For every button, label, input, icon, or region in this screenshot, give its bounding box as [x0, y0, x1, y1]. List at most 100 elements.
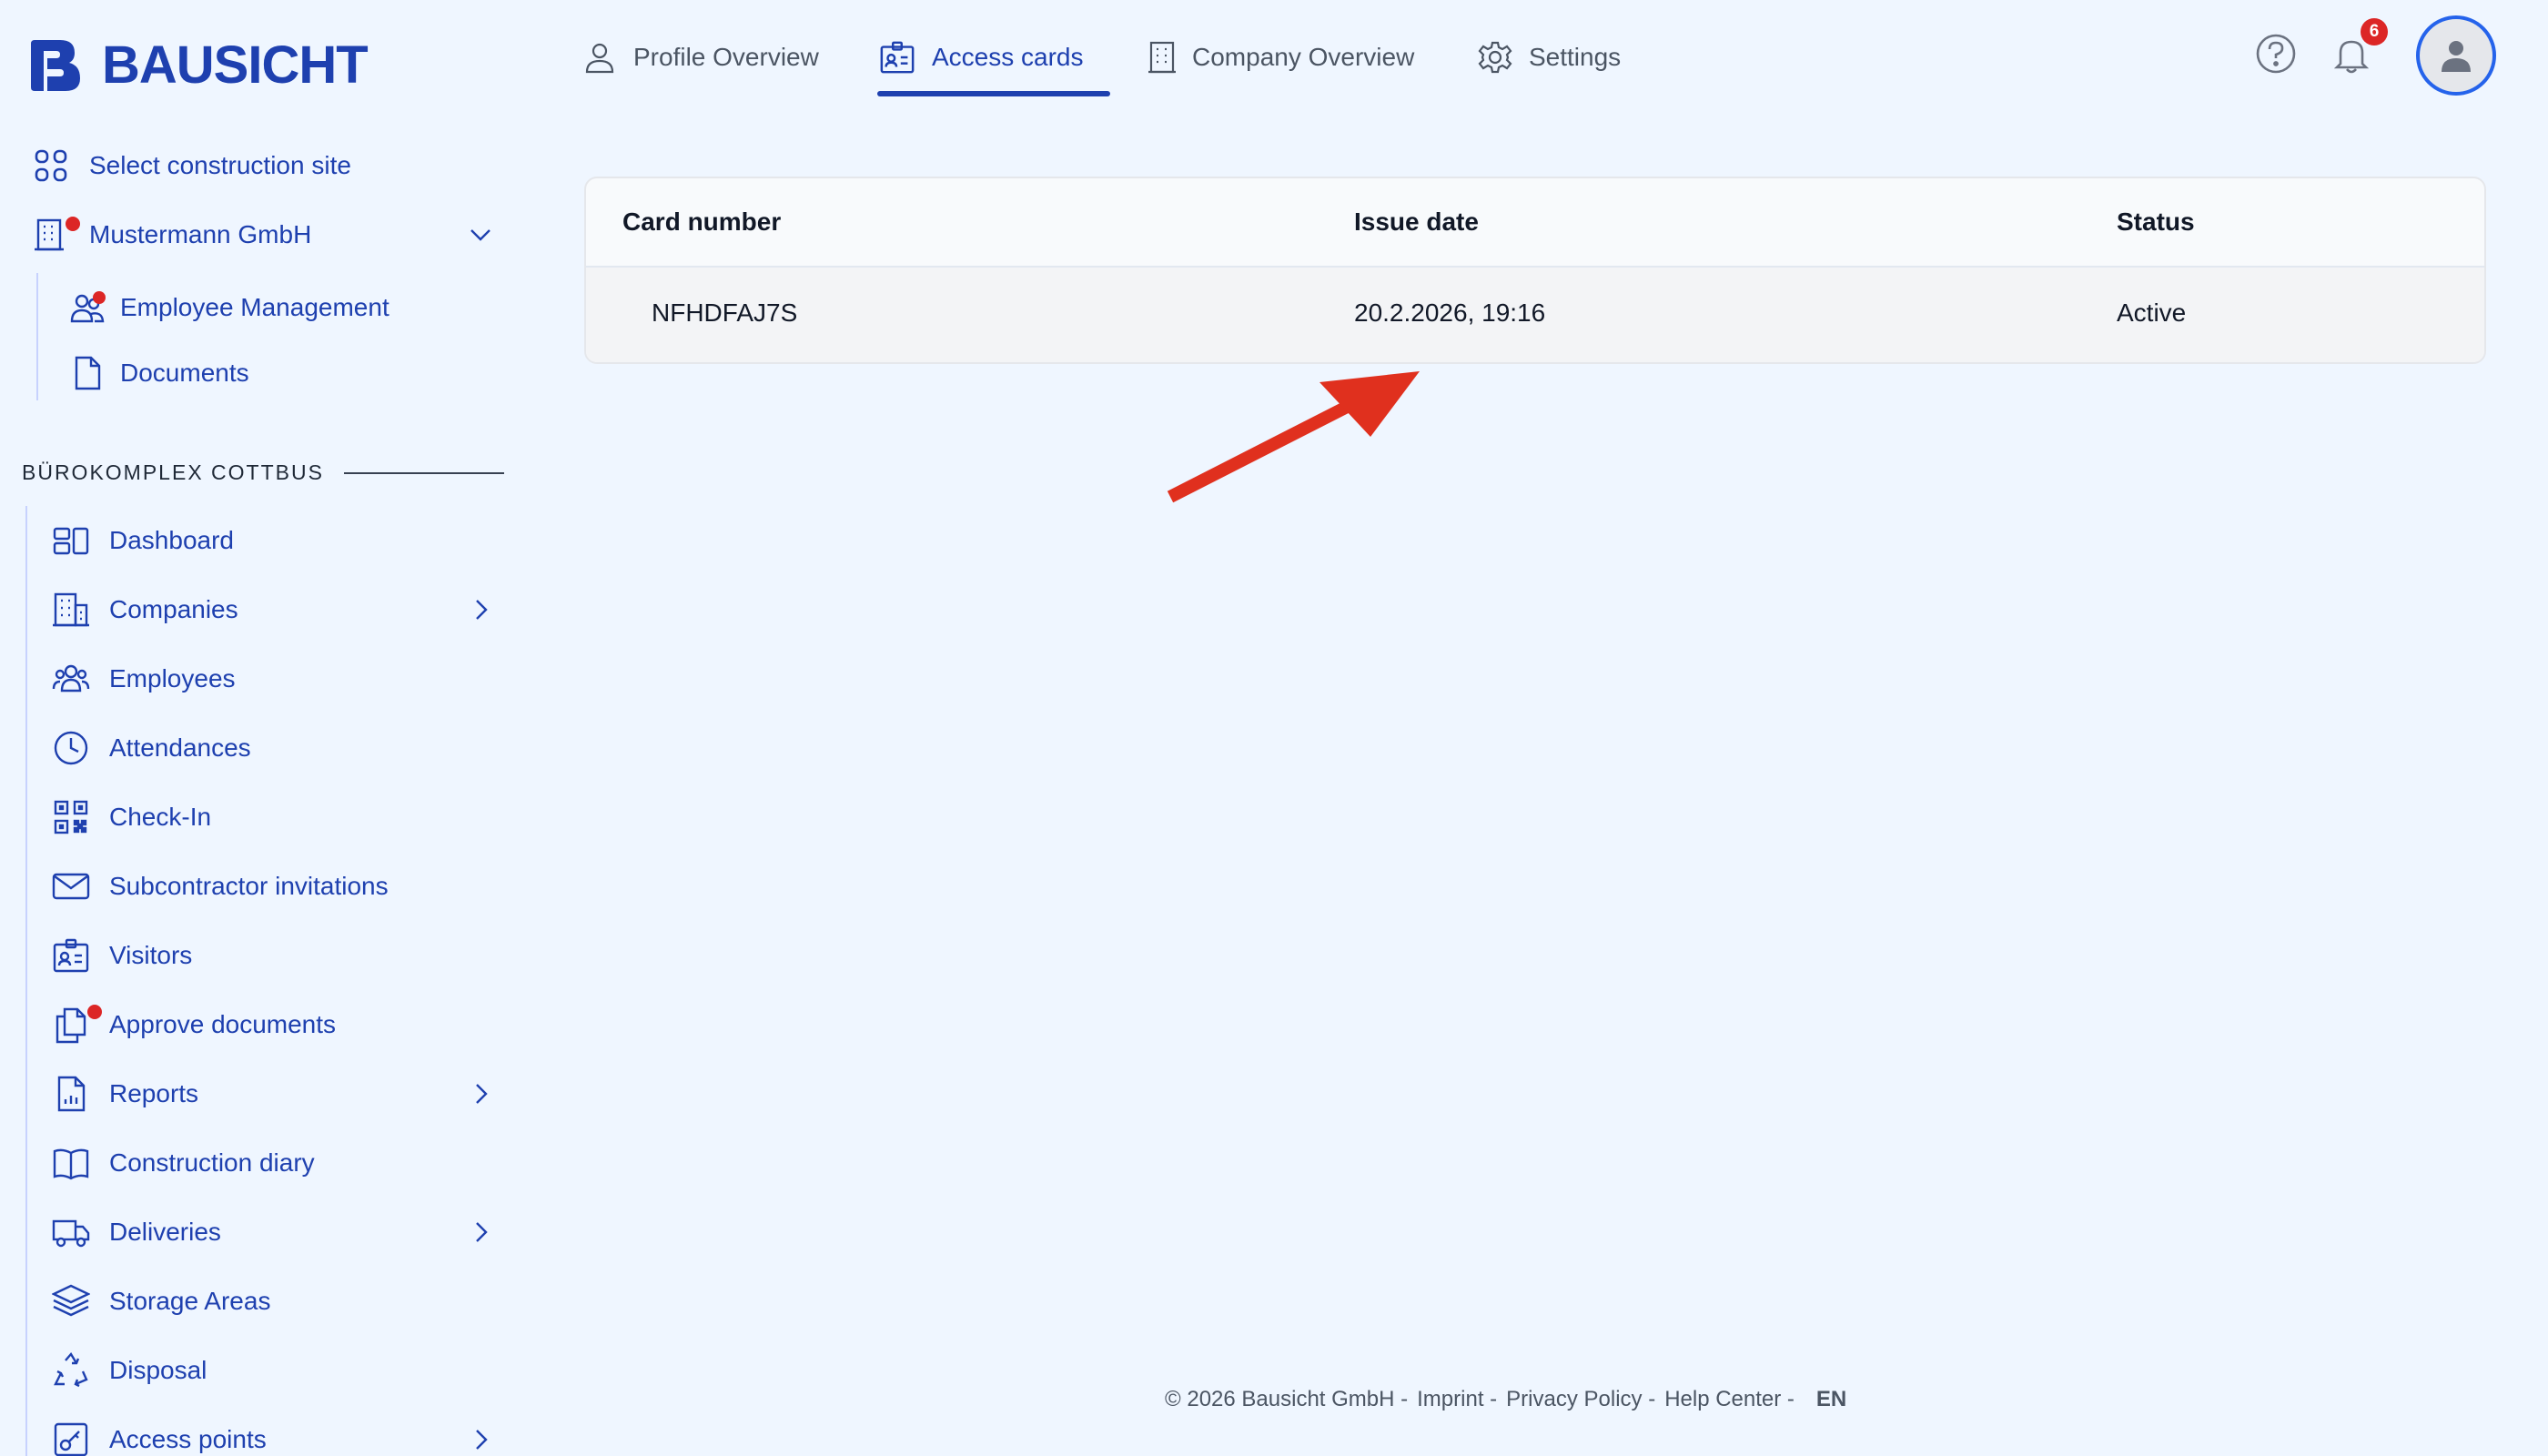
column-header-status[interactable]: Status [2117, 207, 2195, 237]
sidebar-item-label: Approve documents [109, 1010, 337, 1038]
select-site-label: Select construction site [89, 151, 351, 179]
user-avatar-icon [2442, 41, 2471, 72]
sidebar-item-label: Disposal [109, 1356, 207, 1384]
card-number-cell: NFHDFAJ7S [652, 298, 798, 327]
tab-label: Access cards [932, 43, 1084, 71]
section-title: BÜROKOMPLEX COTTBUS [22, 460, 324, 484]
tab-label: Company Overview [1192, 43, 1415, 71]
nav-line [25, 506, 27, 1456]
recycle-icon [51, 1350, 91, 1390]
chevron-right-icon[interactable] [468, 1219, 493, 1245]
sidebar-item-reports[interactable]: Reports [51, 1067, 198, 1121]
clock-icon [51, 728, 91, 768]
alert-dot [66, 217, 80, 231]
company-name: Mustermann GmbH [89, 220, 312, 248]
imprint-link[interactable]: Imprint - [1417, 1387, 1497, 1412]
tab-label: Profile Overview [633, 43, 819, 71]
report-icon [51, 1074, 91, 1114]
help-icon[interactable] [2255, 33, 2297, 75]
table-header: Card number Issue date Status [586, 178, 2484, 268]
sidebar-item-employee-management[interactable]: Employee Management [67, 280, 389, 335]
active-tab-indicator [877, 91, 1110, 96]
grid-icon [31, 146, 71, 186]
tab-profile-overview[interactable]: Profile Overview [582, 33, 819, 82]
sidebar-item-label: Visitors [109, 941, 193, 969]
tab-company-overview[interactable]: Company Overview [1148, 33, 1414, 82]
help-center-link[interactable]: Help Center - [1664, 1387, 1795, 1412]
mail-icon [51, 866, 91, 906]
logo-icon [31, 39, 80, 91]
sidebar-item-deliveries[interactable]: Deliveries [51, 1205, 221, 1259]
sidebar-item-label: Construction diary [109, 1148, 315, 1177]
avatar[interactable] [2416, 15, 2496, 96]
chevron-right-icon[interactable] [468, 1081, 493, 1107]
book-icon [51, 1143, 91, 1183]
door-icon [51, 1420, 91, 1456]
sidebar-item-label: Subcontractor invitations [109, 872, 389, 900]
sidebar-item-label: Dashboard [109, 526, 234, 554]
sidebar-item-approve-documents[interactable]: Approve documents [51, 997, 336, 1052]
sidebar-item-label: Attendances [109, 733, 251, 762]
building-icon [31, 215, 80, 255]
sidebar-item-companies[interactable]: Companies [51, 582, 238, 637]
column-header-issue-date[interactable]: Issue date [1354, 207, 1479, 237]
alert-dot [87, 1005, 102, 1019]
building-icon [1148, 41, 1176, 74]
sidebar-item-dashboard[interactable]: Dashboard [51, 513, 234, 568]
users-icon [67, 288, 107, 328]
company-selector[interactable]: Mustermann GmbH [31, 207, 495, 262]
qr-code-icon [51, 797, 91, 837]
language-switch[interactable]: EN [1816, 1387, 1846, 1412]
sidebar-item-label: Documents [120, 359, 249, 387]
sidebar-item-attendances[interactable]: Attendances [51, 721, 251, 775]
sidebar-item-disposal[interactable]: Disposal [51, 1343, 207, 1398]
documents-icon [51, 1005, 102, 1045]
sidebar-item-documents[interactable]: Documents [67, 346, 249, 400]
sidebar-item-label: Storage Areas [109, 1287, 271, 1315]
access-cards-table: Card number Issue date Status NFHDFAJ7S … [584, 177, 2486, 364]
copyright-text: © 2026 Bausicht GmbH - [1165, 1387, 1409, 1411]
sidebar-item-label: Companies [109, 595, 238, 623]
sidebar-item-employees[interactable]: Employees [51, 652, 236, 706]
sidebar-item-construction-diary[interactable]: Construction diary [51, 1136, 315, 1190]
chevron-right-icon[interactable] [468, 597, 493, 622]
brand-name: BAUSICHT [102, 35, 369, 95]
sidebar-item-label: Access points [109, 1425, 267, 1453]
truck-icon [51, 1212, 91, 1252]
employees-icon [51, 659, 91, 699]
section-divider [343, 471, 504, 474]
table-row[interactable]: NFHDFAJ7S 20.2.2026, 19:16 Active [586, 268, 2484, 362]
id-card-icon [51, 935, 91, 976]
privacy-policy-link[interactable]: Privacy Policy - [1506, 1387, 1655, 1412]
tree-line [36, 273, 38, 400]
chevron-right-icon[interactable] [468, 1427, 493, 1452]
dashboard-icon [51, 521, 91, 561]
status-cell: Active [2117, 298, 2187, 327]
user-icon [585, 43, 614, 74]
notification-badge: 6 [2361, 18, 2388, 46]
chevron-down-icon[interactable] [468, 222, 493, 248]
sidebar-item-label: Deliveries [109, 1218, 221, 1246]
column-header-card-number[interactable]: Card number [622, 207, 781, 237]
sidebar-item-subcontractor-invitations[interactable]: Subcontractor invitations [51, 859, 389, 914]
tab-settings[interactable]: Settings [1478, 33, 1621, 82]
footer: © 2026 Bausicht GmbH - Imprint - Privacy… [1165, 1387, 1846, 1412]
sidebar-item-label: Employees [109, 664, 236, 693]
gear-icon [1478, 41, 1512, 74]
sidebar-item-visitors[interactable]: Visitors [51, 928, 192, 983]
sidebar-item-storage-areas[interactable]: Storage Areas [51, 1274, 270, 1329]
sidebar-item-check-in[interactable]: Check-In [51, 790, 211, 844]
sidebar-item-label: Employee Management [120, 293, 389, 321]
site-section-header: BÜROKOMPLEX COTTBUS [22, 460, 504, 485]
sidebar-item-label: Reports [109, 1079, 199, 1107]
sidebar-item-label: Check-In [109, 803, 212, 831]
issue-date-cell: 20.2.2026, 19:16 [1354, 298, 1546, 327]
select-site-link[interactable]: Select construction site [31, 138, 351, 193]
tab-access-cards[interactable]: Access cards [879, 33, 1084, 82]
layers-icon [51, 1281, 91, 1321]
brand-logo[interactable]: BAUSICHT [27, 35, 369, 96]
building-icon [51, 590, 91, 630]
tab-label: Settings [1529, 43, 1622, 71]
sidebar: BAUSICHT Select construction site Muster… [0, 0, 519, 1456]
sidebar-item-access-points[interactable]: Access points [51, 1412, 267, 1456]
